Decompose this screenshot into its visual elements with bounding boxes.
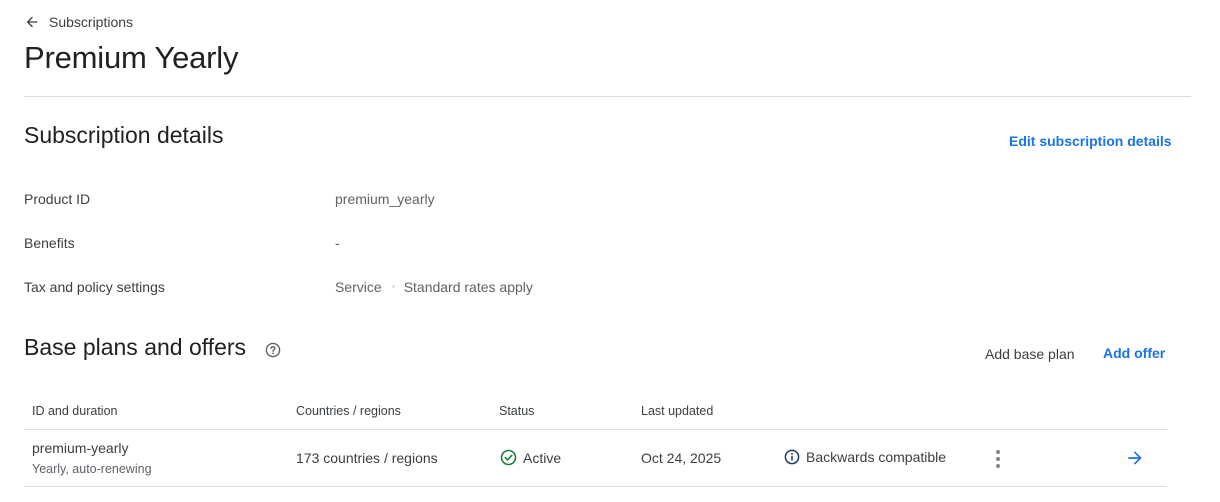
product-id-label: Product ID bbox=[24, 191, 91, 207]
table-header-divider bbox=[24, 429, 1167, 430]
add-base-plan-button[interactable]: Add base plan bbox=[985, 346, 1075, 362]
edit-subscription-details-link[interactable]: Edit subscription details bbox=[1009, 133, 1172, 149]
col-last-updated: Last updated bbox=[641, 404, 714, 418]
plan-last-updated: Oct 24, 2025 bbox=[641, 450, 722, 466]
arrow-left-icon bbox=[26, 16, 38, 28]
help-circle-icon[interactable] bbox=[265, 342, 281, 358]
plan-status: Active bbox=[500, 449, 561, 466]
col-status: Status bbox=[499, 404, 535, 418]
benefits-value: - bbox=[335, 235, 340, 251]
page-title: Premium Yearly bbox=[24, 40, 239, 75]
breadcrumb-label: Subscriptions bbox=[49, 14, 134, 30]
more-vert-icon[interactable] bbox=[988, 448, 1008, 470]
plan-status-label: Active bbox=[523, 449, 562, 466]
base-plans-heading: Base plans and offers bbox=[24, 334, 247, 360]
arrow-right-icon[interactable] bbox=[1124, 448, 1146, 468]
backwards-compatible-badge: Backwards compatible bbox=[784, 449, 946, 465]
backwards-compatible-label: Backwards compatible bbox=[806, 449, 947, 465]
subscription-details-heading: Subscription details bbox=[24, 122, 224, 148]
check-circle-icon bbox=[500, 449, 517, 466]
plan-duration: Yearly, auto-renewing bbox=[32, 462, 152, 476]
header-divider bbox=[24, 96, 1191, 97]
plan-countries: 173 countries / regions bbox=[296, 450, 438, 466]
col-countries: Countries / regions bbox=[296, 404, 401, 418]
info-icon bbox=[784, 449, 800, 465]
table-row-divider bbox=[24, 486, 1167, 487]
tax-policy-value: Service Standard rates apply bbox=[335, 279, 533, 295]
separator-dot bbox=[391, 285, 395, 289]
tax-policy-label: Tax and policy settings bbox=[24, 279, 165, 295]
tax-rate: Standard rates apply bbox=[403, 279, 533, 295]
add-offer-button[interactable]: Add offer bbox=[1103, 345, 1165, 361]
plan-id: premium-yearly bbox=[32, 440, 129, 456]
benefits-label: Benefits bbox=[24, 235, 75, 251]
product-id-value: premium_yearly bbox=[335, 191, 435, 207]
tax-category: Service bbox=[335, 279, 382, 295]
back-to-subscriptions[interactable]: Subscriptions bbox=[24, 12, 133, 32]
col-id-duration: ID and duration bbox=[32, 404, 118, 418]
